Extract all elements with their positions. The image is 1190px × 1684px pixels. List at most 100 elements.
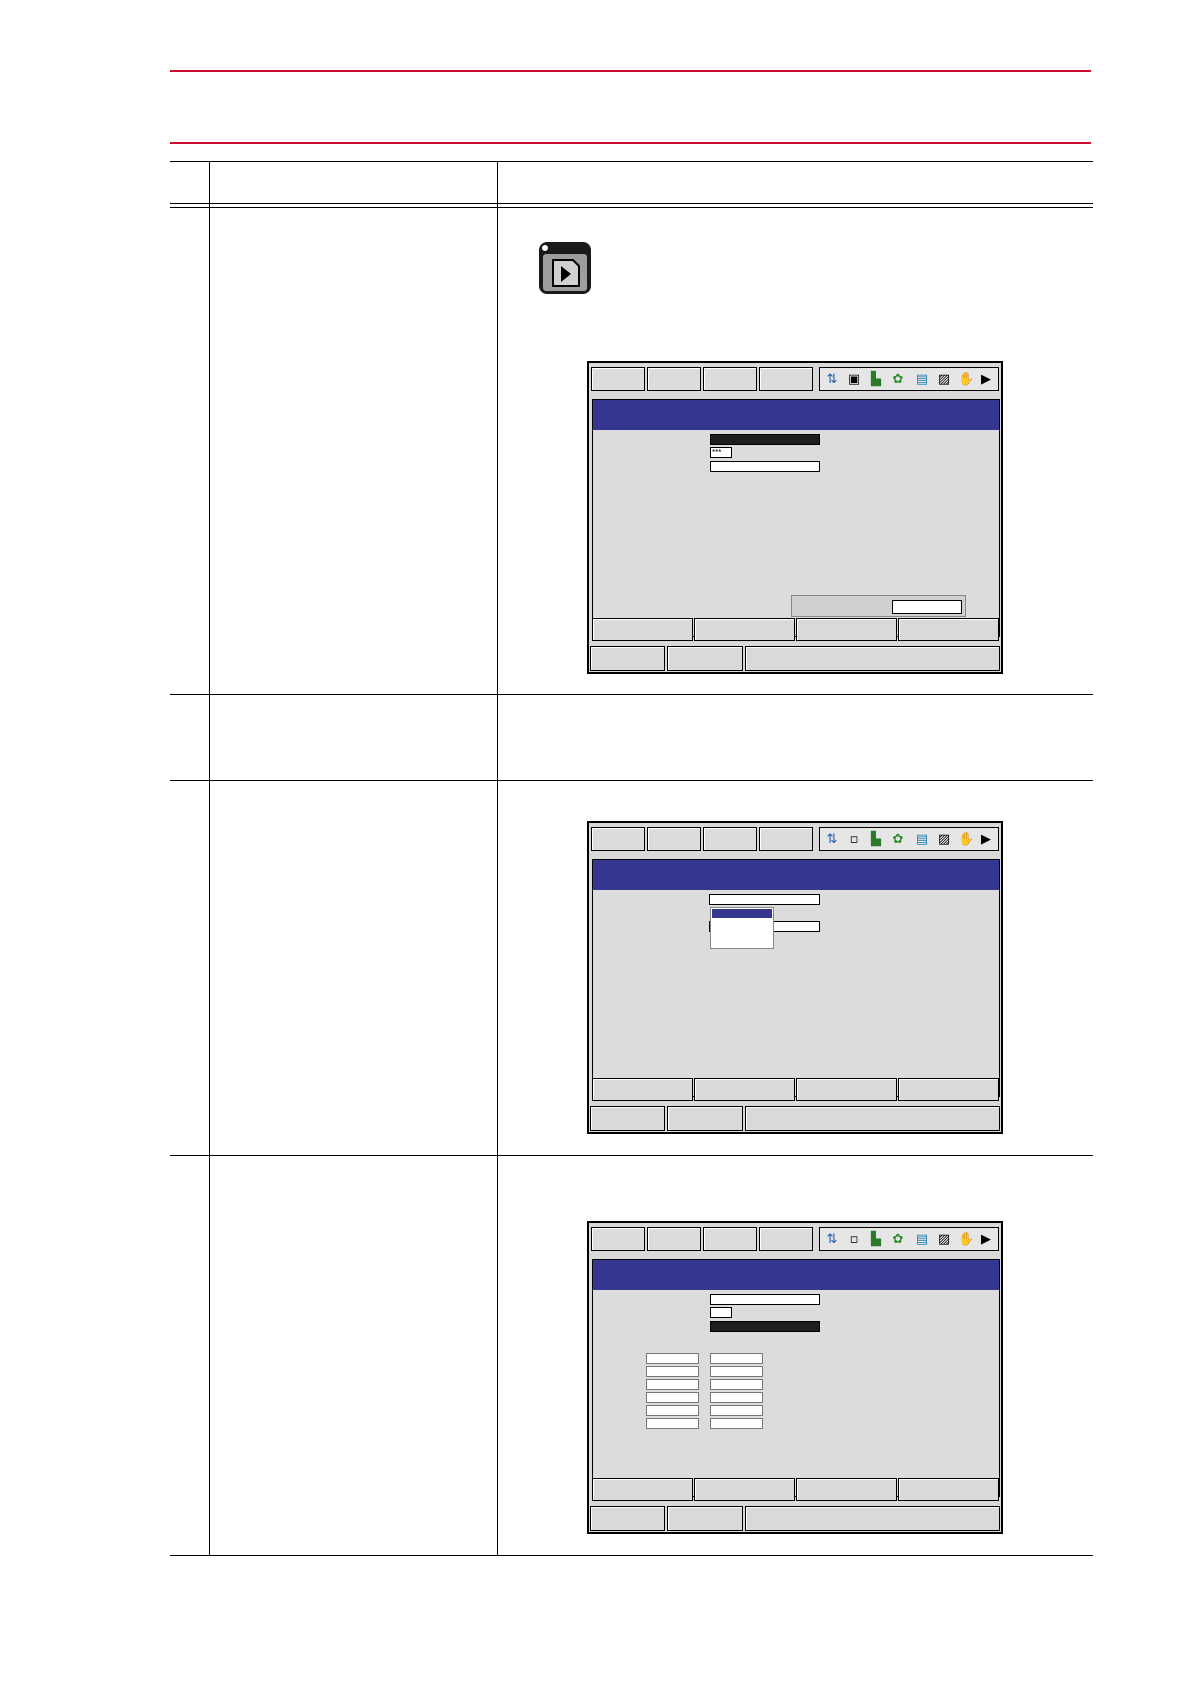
coordinate-icon: ⇅ — [826, 372, 838, 387]
status-bar: ⇅ ▫ ▙ ✿ ▤ ▨ ✋ ▶ — [819, 827, 999, 851]
group-field[interactable] — [710, 461, 820, 472]
fkey-3[interactable] — [796, 1078, 897, 1101]
axis-cell[interactable] — [710, 1353, 763, 1364]
message-area — [745, 1106, 1000, 1131]
bottom-button-1[interactable] — [590, 1106, 665, 1131]
job-name-field[interactable] — [710, 1294, 820, 1305]
bottom-bar — [589, 646, 1001, 672]
step-icon: ▙ — [871, 372, 881, 387]
axis-cell[interactable] — [646, 1418, 699, 1429]
group-field[interactable] — [710, 1321, 820, 1332]
bottom-button-2[interactable] — [667, 1506, 743, 1531]
window-titlebar — [593, 1260, 999, 1290]
play-key-icon — [537, 240, 593, 296]
play-icon: ▶ — [981, 372, 991, 387]
step-icon: ▙ — [871, 832, 881, 847]
selection-list-item-selected[interactable] — [712, 909, 772, 918]
fkey-3[interactable] — [796, 1478, 897, 1501]
menu-button-3[interactable] — [703, 827, 757, 851]
tool-icon: ▫ — [849, 1232, 859, 1247]
play-icon: ▶ — [981, 1232, 991, 1247]
save-icon: ▨ — [937, 832, 951, 847]
fkey-2[interactable] — [694, 1478, 795, 1501]
fkey-1[interactable] — [592, 618, 693, 641]
io-icon: ▤ — [915, 372, 929, 387]
window-titlebar — [593, 860, 999, 890]
fkey-1[interactable] — [592, 1478, 693, 1501]
simple-menu-button[interactable] — [647, 367, 701, 391]
comment-field[interactable] — [710, 1307, 732, 1318]
fkey-3[interactable] — [796, 618, 897, 641]
lock-icon: ✋ — [958, 1232, 975, 1247]
status-bar: ⇅ ▫ ▙ ✿ ▤ ▨ ✋ ▶ — [819, 1227, 999, 1251]
comment-field[interactable]: *** — [710, 447, 732, 458]
menu-button-4[interactable] — [759, 367, 813, 391]
cycle-icon: ✿ — [892, 372, 904, 387]
coordinate-icon: ⇅ — [826, 832, 838, 847]
bottom-button-1[interactable] — [590, 646, 665, 671]
axis-cell[interactable] — [710, 1379, 763, 1390]
lock-icon: ✋ — [958, 832, 975, 847]
step-icon: ▙ — [871, 1232, 881, 1247]
play-icon: ▶ — [981, 832, 991, 847]
main-content — [592, 859, 1000, 1097]
fkey-1[interactable] — [592, 1078, 693, 1101]
main-menu-button[interactable] — [591, 1227, 645, 1251]
axis-cell[interactable] — [646, 1405, 699, 1416]
main-menu-button[interactable] — [591, 367, 645, 391]
axis-cell[interactable] — [646, 1392, 699, 1403]
main-content — [592, 1259, 1000, 1497]
tool-icon: ▣ — [847, 372, 861, 387]
selection-list[interactable] — [710, 907, 774, 949]
bottom-button-1[interactable] — [590, 1506, 665, 1531]
main-menu-button[interactable] — [591, 827, 645, 851]
save-icon: ▨ — [937, 372, 951, 387]
job-name-field[interactable] — [710, 434, 820, 445]
confirm-dialog — [791, 595, 966, 617]
fkey-4[interactable] — [898, 1078, 999, 1101]
menu-button-4[interactable] — [759, 827, 813, 851]
header-rule-top — [170, 70, 1091, 72]
job-name-field[interactable] — [709, 894, 820, 905]
fkey-2[interactable] — [694, 618, 795, 641]
axis-cell[interactable] — [646, 1379, 699, 1390]
menu-button-4[interactable] — [759, 1227, 813, 1251]
pendant-screen-2: ⇅ ▫ ▙ ✿ ▤ ▨ ✋ ▶ — [587, 821, 1003, 1134]
fkey-4[interactable] — [898, 618, 999, 641]
bottom-bar — [589, 1106, 1001, 1132]
cycle-icon: ✿ — [892, 832, 904, 847]
message-area — [745, 646, 1000, 671]
function-keys — [592, 1078, 1000, 1102]
status-bar: ⇅ ▣ ▙ ✿ ▤ ▨ ✋ ▶ — [819, 367, 999, 391]
io-icon: ▤ — [915, 1232, 929, 1247]
simple-menu-button[interactable] — [647, 1227, 701, 1251]
lock-icon: ✋ — [958, 372, 975, 387]
function-keys — [592, 1478, 1000, 1502]
bottom-button-2[interactable] — [667, 1106, 743, 1131]
axis-cell[interactable] — [710, 1418, 763, 1429]
bottom-bar — [589, 1506, 1001, 1532]
axis-cell[interactable] — [646, 1366, 699, 1377]
axis-cell[interactable] — [710, 1405, 763, 1416]
window-titlebar — [593, 400, 999, 430]
message-area — [745, 1506, 1000, 1531]
save-icon: ▨ — [937, 1232, 951, 1247]
axis-cell[interactable] — [710, 1366, 763, 1377]
dialog-input[interactable] — [892, 600, 962, 614]
pendant-screen-1: ⇅ ▣ ▙ ✿ ▤ ▨ ✋ ▶ *** — [587, 361, 1003, 674]
simple-menu-button[interactable] — [647, 827, 701, 851]
pendant-screen-3: ⇅ ▫ ▙ ✿ ▤ ▨ ✋ ▶ — [587, 1221, 1003, 1534]
cycle-icon: ✿ — [892, 1232, 904, 1247]
tool-icon: ▫ — [849, 832, 859, 847]
header-rule-bottom — [170, 142, 1091, 144]
coordinate-icon: ⇅ — [826, 1232, 838, 1247]
fkey-4[interactable] — [898, 1478, 999, 1501]
axis-cell[interactable] — [710, 1392, 763, 1403]
menu-button-3[interactable] — [703, 367, 757, 391]
menu-button-3[interactable] — [703, 1227, 757, 1251]
function-keys — [592, 618, 1000, 642]
axis-cell[interactable] — [646, 1353, 699, 1364]
bottom-button-2[interactable] — [667, 646, 743, 671]
io-icon: ▤ — [915, 832, 929, 847]
fkey-2[interactable] — [694, 1078, 795, 1101]
